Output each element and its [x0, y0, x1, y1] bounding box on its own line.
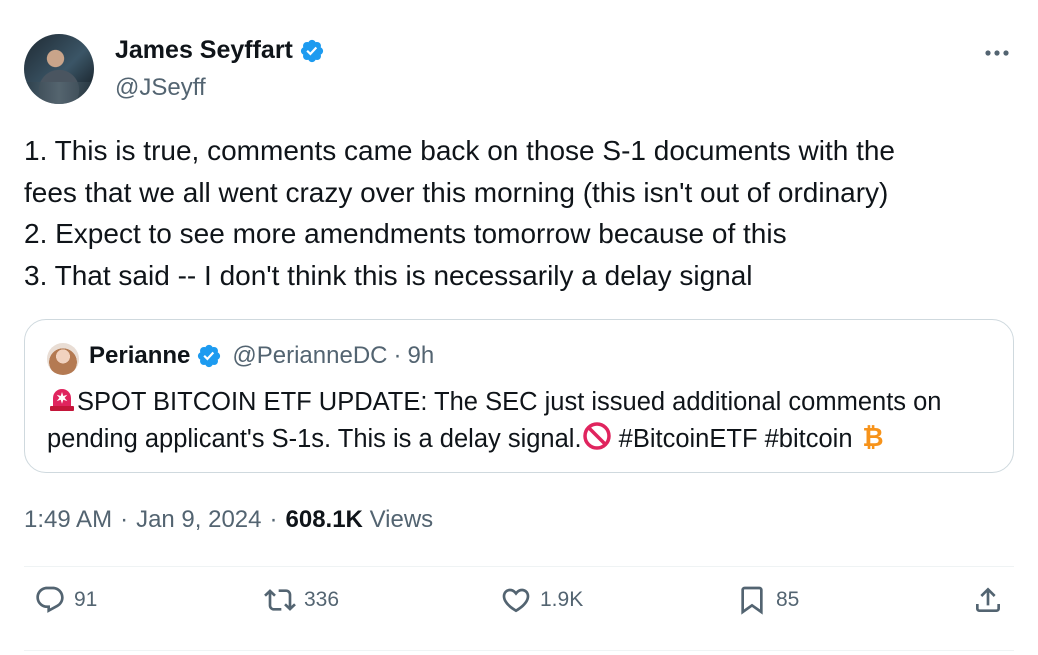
- author-handle[interactable]: @JSeyff: [115, 74, 206, 102]
- quoted-tweet[interactable]: Perianne @PerianneDC · 9h SPOT BITCOIN E…: [24, 319, 1014, 473]
- action-bar: 91 336 1.9K 85: [24, 584, 1014, 634]
- verified-badge-icon: [198, 344, 221, 368]
- repost-count: 336: [304, 588, 340, 611]
- no-entry-icon: [582, 422, 611, 450]
- quoted-author-name[interactable]: Perianne: [89, 342, 190, 370]
- reply-count: 91: [74, 588, 98, 611]
- views-count[interactable]: 608.1K: [286, 506, 363, 533]
- meta-separator: ·: [393, 342, 402, 369]
- tweet-line: fees that we all went crazy over this mo…: [24, 176, 889, 208]
- share-button[interactable]: [972, 584, 1004, 616]
- tweet-line: 3. That said -- I don't think this is ne…: [24, 259, 753, 291]
- quoted-text-line-2: pending applicant's S-1s. This is a dela…: [47, 425, 582, 453]
- views-label: Views: [369, 506, 434, 533]
- quoted-author-avatar[interactable]: [47, 343, 79, 375]
- repost-button[interactable]: 336: [264, 584, 339, 616]
- author-avatar[interactable]: [24, 34, 94, 104]
- quoted-tweet-header: Perianne @PerianneDC · 9h: [89, 342, 434, 370]
- bitcoin-icon: ₿: [862, 423, 883, 451]
- meta-separator: ·: [120, 506, 129, 533]
- repost-icon: [264, 589, 296, 611]
- bookmark-icon: [741, 586, 763, 615]
- reply-button[interactable]: 91: [34, 584, 97, 616]
- like-count: 1.9K: [540, 588, 584, 611]
- author-name-row: James Seyffart: [115, 36, 325, 65]
- tweet-line: 2. Expect to see more amendments tomorro…: [24, 218, 787, 249]
- quoted-author-handle[interactable]: @PerianneDC: [232, 342, 387, 370]
- svg-text:₿: ₿: [862, 423, 883, 451]
- share-icon: [976, 587, 1000, 612]
- quoted-hashtags[interactable]: #BitcoinETF #bitcoin: [619, 425, 853, 453]
- quoted-tweet-time[interactable]: 9h: [408, 342, 435, 370]
- tweet-meta: 1:49 AM · Jan 9, 2024 · 608.1K Views: [24, 506, 433, 534]
- divider: [24, 566, 1014, 567]
- reply-icon: [36, 586, 64, 613]
- meta-separator: ·: [269, 506, 278, 533]
- tweet-time[interactable]: 1:49 AM: [24, 506, 112, 534]
- tweet-text: 1. This is true, comments came back on t…: [24, 130, 1014, 296]
- bookmark-count: 85: [776, 588, 800, 611]
- quoted-text-line-1: SPOT BITCOIN ETF UPDATE: The SEC just is…: [77, 388, 942, 416]
- verified-badge-icon: [300, 39, 323, 62]
- quoted-tweet-text: SPOT BITCOIN ETF UPDATE: The SEC just is…: [47, 384, 941, 458]
- bookmark-button[interactable]: 85: [736, 584, 799, 616]
- more-options-icon[interactable]: [980, 40, 1014, 66]
- tweet-line: 1. This is true, comments came back on t…: [24, 135, 895, 166]
- divider: [24, 650, 1014, 651]
- heart-icon: [502, 588, 530, 613]
- tweet-date[interactable]: Jan 9, 2024: [136, 506, 261, 534]
- like-button[interactable]: 1.9K: [500, 584, 583, 616]
- author-name[interactable]: James Seyffart: [115, 36, 293, 65]
- rotating-light-icon: [50, 389, 74, 411]
